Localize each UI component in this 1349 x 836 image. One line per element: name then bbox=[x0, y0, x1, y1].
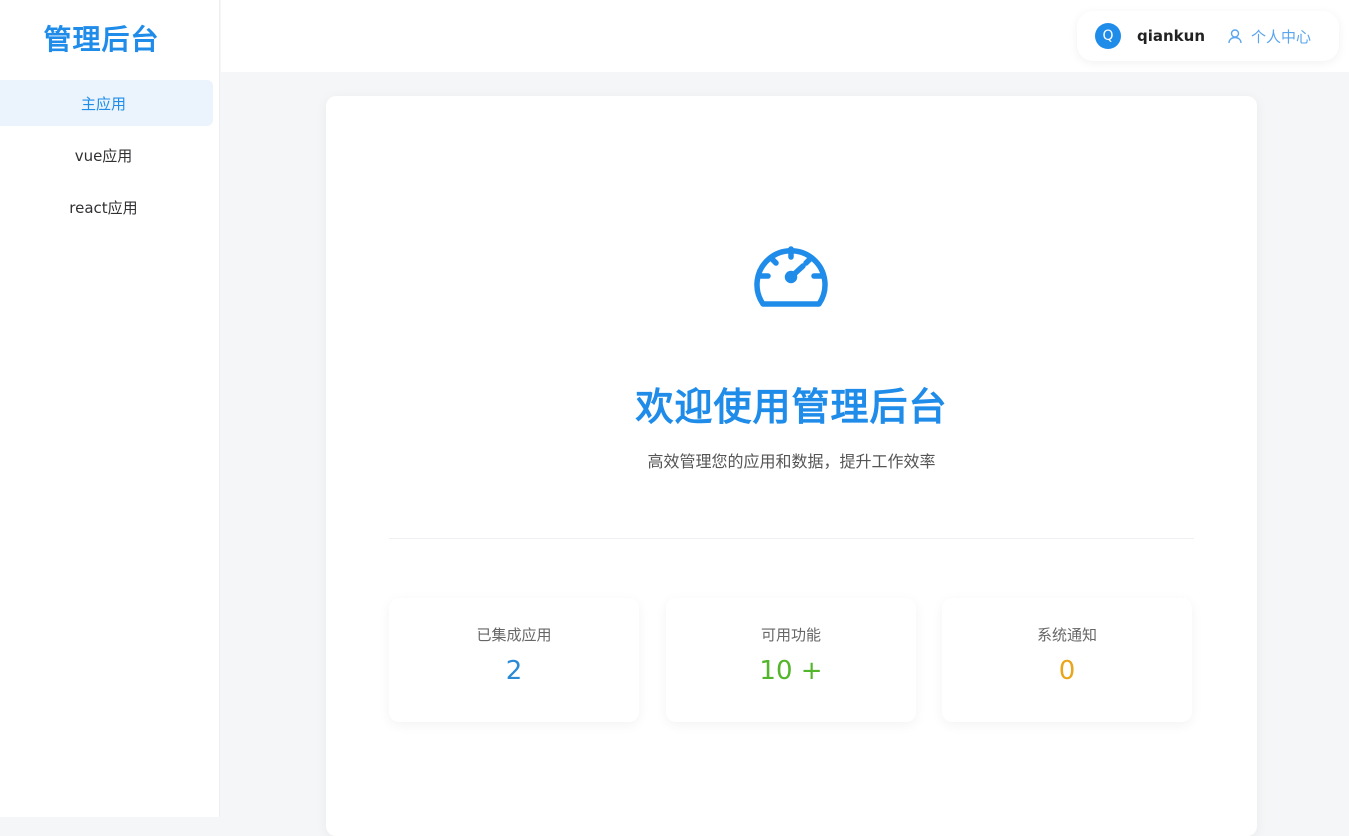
stat-card-system-notifications: 系统通知 0 bbox=[942, 598, 1192, 722]
sidebar-item-react-app[interactable]: react应用 bbox=[0, 184, 213, 230]
divider bbox=[389, 538, 1194, 539]
stat-value: 10 + bbox=[759, 656, 823, 686]
sidebar-item-vue-app[interactable]: vue应用 bbox=[0, 132, 213, 178]
welcome-title: 欢迎使用管理后台 bbox=[635, 385, 948, 429]
sidebar-item-label: 主应用 bbox=[80, 94, 126, 113]
sidebar-menu: 主应用 vue应用 react应用 bbox=[0, 76, 219, 230]
stat-card-available-features: 可用功能 10 + bbox=[666, 598, 916, 722]
username: qiankun bbox=[1137, 27, 1206, 45]
sidebar-item-label: vue应用 bbox=[74, 146, 133, 165]
stat-label: 已集成应用 bbox=[476, 626, 552, 644]
welcome-subtitle: 高效管理您的应用和数据，提升工作效率 bbox=[647, 452, 936, 471]
sidebar-item-label: react应用 bbox=[69, 198, 138, 217]
welcome-card: 欢迎使用管理后台 高效管理您的应用和数据，提升工作效率 已集成应用 2 可用功能… bbox=[326, 96, 1257, 836]
dashboard-icon bbox=[754, 246, 828, 307]
sidebar-item-main-app[interactable]: 主应用 bbox=[0, 80, 213, 126]
stat-value: 0 bbox=[1058, 656, 1076, 686]
stat-card-integrated-apps: 已集成应用 2 bbox=[389, 598, 639, 722]
user-icon bbox=[1228, 29, 1242, 44]
profile-label: 个人中心 bbox=[1251, 27, 1312, 46]
stat-label: 可用功能 bbox=[760, 626, 821, 644]
user-panel: Q qiankun 个人中心 bbox=[1077, 11, 1339, 61]
sidebar: 管理后台 主应用 vue应用 react应用 bbox=[0, 0, 220, 817]
stats-row: 已集成应用 2 可用功能 10 + 系统通知 0 bbox=[389, 598, 1195, 722]
avatar[interactable]: Q bbox=[1095, 23, 1121, 49]
stat-label: 系统通知 bbox=[1036, 626, 1097, 644]
stat-value: 2 bbox=[505, 656, 523, 686]
top-header: Q qiankun 个人中心 bbox=[221, 0, 1349, 72]
app-logo: 管理后台 bbox=[43, 23, 160, 56]
profile-link[interactable]: 个人中心 bbox=[1227, 26, 1311, 47]
